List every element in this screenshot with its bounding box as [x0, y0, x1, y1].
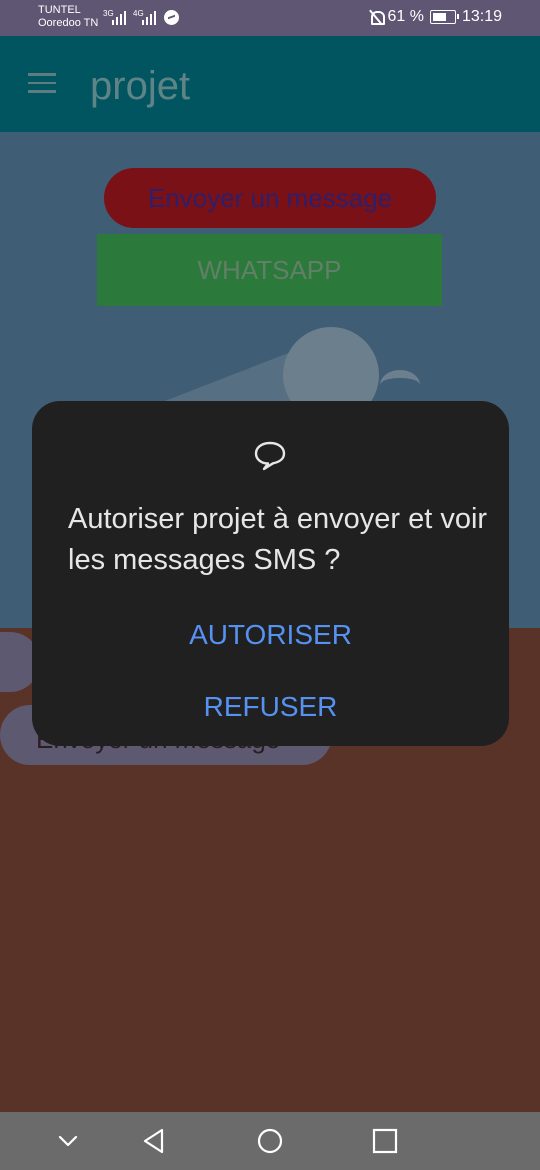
- recents-icon[interactable]: [370, 1126, 400, 1156]
- status-right: 61 % 13:19: [369, 8, 502, 26]
- carrier-primary: TUNTEL: [38, 4, 81, 16]
- back-icon[interactable]: [140, 1126, 170, 1156]
- messenger-icon: [164, 10, 179, 25]
- carrier-secondary: Ooredoo TN: [38, 17, 99, 29]
- permission-message: Autoriser projet à envoyer et voir les m…: [68, 503, 488, 576]
- home-icon[interactable]: [255, 1126, 285, 1156]
- carrier-info: TUNTEL Ooredoo TN: [38, 4, 98, 30]
- clock: 13:19: [461, 8, 502, 25]
- whatsapp-button[interactable]: WHATSAPP: [97, 234, 442, 306]
- allow-button[interactable]: AUTORISER: [32, 615, 509, 655]
- battery-icon: [429, 10, 459, 24]
- illustration-arc: [380, 370, 420, 400]
- hamburger-menu-icon[interactable]: [28, 73, 56, 93]
- battery-percent: 61 %: [387, 8, 424, 25]
- permission-dialog: Autoriser projet à envoyer et voir les m…: [32, 401, 509, 746]
- network-type-2: 4G: [133, 9, 144, 18]
- status-bar: TUNTEL Ooredoo TN 3G 4G 61 % 13:19: [0, 0, 540, 36]
- message-bubble-icon: [254, 441, 286, 471]
- bell-off-icon: [369, 9, 386, 25]
- app-title: projet: [90, 64, 191, 108]
- navigation-bar: [0, 1112, 540, 1170]
- app-bar: projet: [0, 36, 540, 132]
- deny-button[interactable]: REFUSER: [32, 687, 509, 727]
- network-type-1: 3G: [103, 9, 114, 18]
- send-message-button[interactable]: Envoyer un message: [104, 168, 436, 228]
- collapse-icon[interactable]: [53, 1126, 83, 1156]
